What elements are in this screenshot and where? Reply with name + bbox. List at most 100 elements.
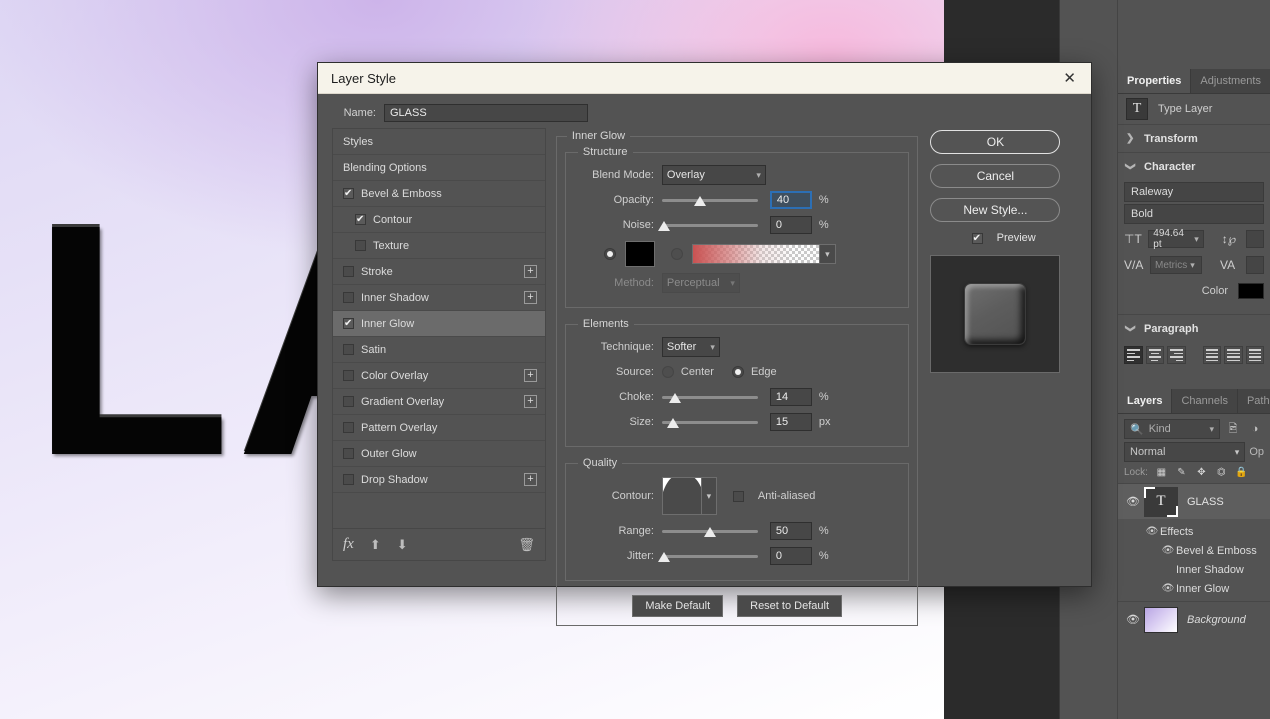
chevron-down-icon[interactable]: ▾ [701,477,717,515]
style-list-item-satin[interactable]: Satin [333,337,545,363]
align-right-button[interactable] [1167,346,1186,364]
add-effect-button[interactable]: + [523,473,537,486]
style-checkbox[interactable] [355,213,366,226]
section-transform[interactable]: Transform [1118,124,1270,152]
filter-pixel-icon[interactable]: 🖻 [1224,420,1242,438]
layer-blend-mode-select[interactable]: Normal ▾ [1124,442,1246,462]
style-list-item-blending-options[interactable]: Blending Options [333,155,545,181]
slider-knob[interactable] [703,527,716,537]
chevron-down-icon[interactable]: ▾ [819,244,836,264]
effects-header-row[interactable]: 👁 Effects [1144,522,1270,541]
tab-properties[interactable]: Properties [1118,69,1192,93]
style-checkbox[interactable] [343,448,354,459]
size-input[interactable]: 15 [769,413,812,431]
style-checkbox[interactable] [343,292,354,303]
chevron-down-icon[interactable]: ▾ [1209,424,1214,435]
kerning-input[interactable]: Metrics ▾ [1150,256,1202,274]
chevron-down-icon[interactable]: ▾ [1190,260,1195,271]
glow-color-swatch[interactable] [624,241,655,267]
size-slider[interactable] [661,414,758,430]
style-checkbox[interactable] [343,396,354,407]
section-paragraph[interactable]: Paragraph [1118,314,1270,342]
lock-brush-icon[interactable]: ✎ [1175,466,1188,479]
make-default-button[interactable]: Make Default [632,595,724,617]
arrow-down-icon[interactable]: ⬇ [397,537,408,553]
style-list-item-outer-glow[interactable]: Outer Glow [333,441,545,467]
reset-to-default-button[interactable]: Reset to Default [737,595,842,617]
style-checkbox[interactable] [343,422,354,433]
layer-thumbnail-background[interactable] [1144,606,1178,633]
style-list-item-styles[interactable]: Styles [333,129,545,155]
style-list-item-inner-glow[interactable]: Inner Glow [333,311,545,337]
radio-source-edge[interactable] [731,366,744,378]
effect-row-inner-shadow[interactable]: Inner Shadow [1144,560,1270,579]
style-checkbox[interactable] [343,344,354,355]
justify-right-button[interactable] [1245,346,1264,364]
trash-icon[interactable]: 🗑 [518,537,535,553]
style-list-item-bevel-emboss[interactable]: Bevel & Emboss [333,181,545,207]
new-style-button[interactable]: New Style... [930,198,1061,222]
tab-layers[interactable]: Layers [1118,389,1173,413]
style-list-item-gradient-overlay[interactable]: Gradient Overlay + [333,389,545,415]
radio-solid-color[interactable] [603,248,616,260]
tab-adjustments[interactable]: Adjustments [1191,69,1270,93]
style-list-item-color-overlay[interactable]: Color Overlay + [333,363,545,389]
eye-icon[interactable]: 👁 [1160,583,1176,594]
style-checkbox[interactable] [343,266,354,277]
style-checkbox[interactable] [343,370,354,381]
effect-row-bevel-emboss[interactable]: 👁 Bevel & Emboss [1144,541,1270,560]
add-effect-button[interactable]: + [523,395,537,408]
slider-knob[interactable] [668,393,681,403]
technique-select[interactable]: Softer ▾ [661,337,720,357]
leading-input[interactable] [1246,230,1265,248]
layer-row-glass[interactable]: 👁 T GLASS [1118,483,1270,519]
filter-adjustment-icon[interactable]: ◑ [1246,420,1264,438]
style-checkbox[interactable] [343,187,354,200]
style-checkbox[interactable] [343,317,354,330]
text-color-swatch[interactable] [1238,283,1264,299]
blend-mode-select[interactable]: Overlay ▾ [661,165,766,185]
lock-artboard-icon[interactable]: ⏣ [1215,466,1228,479]
slider-knob[interactable] [693,196,706,206]
noise-slider[interactable] [657,217,758,233]
anti-aliased-row[interactable]: Anti-aliased [732,490,815,502]
style-list-item-stroke[interactable]: Stroke + [333,259,545,285]
font-size-input[interactable]: 494.64 pt ▾ [1148,228,1204,250]
lock-move-icon[interactable]: ✥ [1195,466,1208,479]
choke-input[interactable]: 14 [769,388,812,406]
tab-paths[interactable]: Paths [1237,389,1270,413]
opacity-slider[interactable] [661,192,758,208]
arrow-up-icon[interactable]: ⬆ [370,537,381,553]
slider-knob[interactable] [666,418,679,428]
range-slider[interactable] [661,523,758,539]
slider-knob[interactable] [657,552,670,562]
align-center-button[interactable] [1145,346,1164,364]
jitter-input[interactable]: 0 [769,547,812,565]
range-input[interactable]: 50 [769,522,812,540]
chevron-down-icon[interactable]: ▾ [1194,234,1199,245]
justify-left-button[interactable] [1202,346,1221,364]
style-checkbox[interactable] [355,240,366,251]
style-list-item-texture[interactable]: Texture [333,233,545,259]
justify-center-button[interactable] [1224,346,1243,364]
tracking-input[interactable] [1246,256,1264,274]
tab-channels[interactable]: Channels [1172,389,1238,413]
opacity-input[interactable]: 40 [769,191,812,209]
style-name-input[interactable]: GLASS [384,104,588,122]
lock-transparency-icon[interactable]: ▦ [1155,466,1168,479]
add-effect-button[interactable]: + [523,291,537,304]
effect-row-inner-glow[interactable]: 👁 Inner Glow [1144,579,1270,598]
eye-icon[interactable]: 👁 [1144,526,1160,537]
style-list-item-pattern-overlay[interactable]: Pattern Overlay [333,415,545,441]
anti-aliased-checkbox[interactable] [732,490,744,502]
radio-source-center[interactable] [661,366,674,378]
font-family-field[interactable]: Raleway [1124,182,1264,202]
glow-gradient-swatch[interactable] [691,244,820,264]
lock-all-icon[interactable]: 🔒 [1235,466,1248,479]
eye-icon[interactable]: 👁 [1122,613,1144,626]
radio-gradient[interactable] [670,248,683,260]
add-effect-button[interactable]: + [523,369,537,382]
layer-thumbnail-type[interactable]: T [1144,486,1178,517]
fx-icon[interactable]: fx [343,536,354,553]
preview-checkbox[interactable] [971,232,983,245]
